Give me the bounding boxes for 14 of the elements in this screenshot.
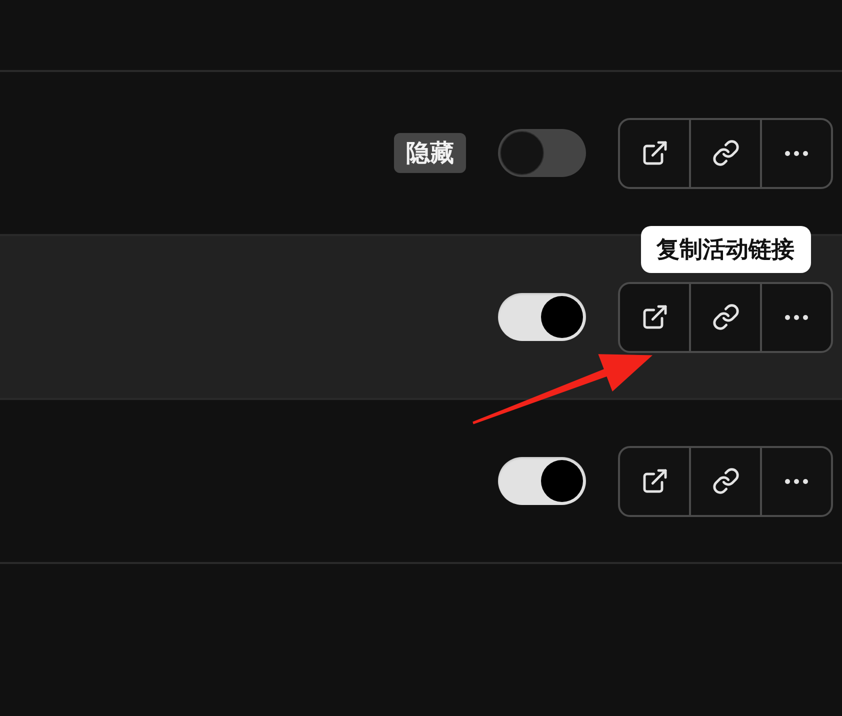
tooltip: 复制活动链接 [640,226,810,272]
link-icon [712,303,740,331]
more-icon [785,314,808,320]
status-tag: 隐藏 [394,133,466,173]
link-icon [712,139,740,167]
toggle-switch[interactable] [498,457,586,505]
link-icon [712,467,740,495]
more-icon [785,478,808,484]
external-link-icon [640,303,668,331]
more-icon [785,150,808,156]
toggle-switch[interactable] [498,293,586,341]
toggle-switch[interactable] [498,129,586,177]
external-link-icon [640,467,668,495]
external-link-icon [640,139,668,167]
